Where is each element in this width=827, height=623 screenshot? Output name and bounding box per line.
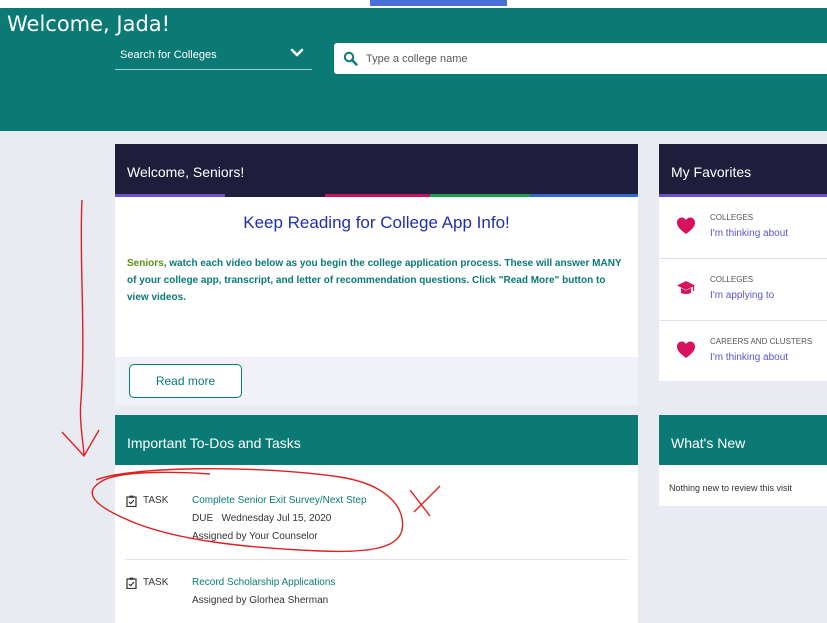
whats-new-card: What's New Nothing new to review this vi… xyxy=(659,415,827,506)
my-favorites-card: My Favorites COLLEGES I'm thinking about… xyxy=(659,144,827,381)
task-type: TASK xyxy=(143,577,169,588)
welcome-seniors-card: Welcome, Seniors! Keep Reading for Colle… xyxy=(115,144,638,405)
heart-icon xyxy=(677,217,695,234)
task-type: TASK xyxy=(143,495,169,506)
favorite-link[interactable]: I'm thinking about xyxy=(710,352,788,363)
favorite-careers-thinking[interactable]: CAREERS AND CLUSTERS I'm thinking about xyxy=(659,321,827,383)
favorite-category: COLLEGES xyxy=(710,275,754,284)
favorite-colleges-applying[interactable]: COLLEGES I'm applying to xyxy=(659,259,827,321)
annotation-arrowhead xyxy=(61,429,100,458)
card-title: Important To-Dos and Tasks xyxy=(115,415,638,465)
active-nav-indicator xyxy=(370,0,507,6)
favorite-link[interactable]: I'm thinking about xyxy=(710,228,788,239)
task-item: TASK Complete Senior Exit Survey/Next St… xyxy=(115,487,638,559)
favorite-category: CAREERS AND CLUSTERS xyxy=(710,337,813,346)
empty-state-text: Nothing new to review this visit xyxy=(669,483,793,493)
task-item: TASK Record Scholarship Applications Ass… xyxy=(125,559,628,623)
task-assigned-by: Assigned by Your Counselor xyxy=(192,531,318,542)
card-title: What's New xyxy=(659,415,827,465)
color-stripe xyxy=(115,194,638,197)
chevron-down-icon xyxy=(290,48,304,57)
card-headline: Keep Reading for College App Info! xyxy=(243,213,510,232)
welcome-heading: Welcome, Jada! xyxy=(7,12,171,36)
task-assigned-by: Assigned by Glorhea Sherman xyxy=(192,595,329,606)
search-mode-dropdown[interactable]: Search for Colleges xyxy=(115,40,312,70)
heart-icon xyxy=(677,341,695,358)
task-title-link[interactable]: Complete Senior Exit Survey/Next Step xyxy=(192,495,367,506)
search-icon xyxy=(343,51,358,66)
body-text: , watch each video below as you begin th… xyxy=(127,258,622,303)
clipboard-icon xyxy=(126,495,137,507)
card-title: Welcome, Seniors! xyxy=(115,144,638,194)
clipboard-icon xyxy=(126,577,137,589)
body-highlight: Seniors xyxy=(127,258,164,269)
card-title: My Favorites xyxy=(659,144,827,194)
task-due-date: DUE Wednesday Jul 15, 2020 xyxy=(192,513,332,524)
card-body-text: Seniors, watch each video below as you b… xyxy=(127,255,628,306)
college-search-box[interactable] xyxy=(334,43,827,74)
favorite-link[interactable]: I'm applying to xyxy=(710,290,774,301)
read-more-button[interactable]: Read more xyxy=(129,364,242,398)
todos-card: Important To-Dos and Tasks TASK Complete… xyxy=(115,415,638,623)
task-title-link[interactable]: Record Scholarship Applications xyxy=(192,577,335,588)
search-mode-label: Search for Colleges xyxy=(120,49,217,61)
graduation-cap-icon xyxy=(677,281,695,294)
favorite-colleges-thinking[interactable]: COLLEGES I'm thinking about xyxy=(659,197,827,259)
college-search-input[interactable] xyxy=(366,49,806,69)
favorite-category: COLLEGES xyxy=(710,213,754,222)
annotation-arrow-line xyxy=(79,199,85,456)
card-footer: Read more xyxy=(115,357,638,405)
